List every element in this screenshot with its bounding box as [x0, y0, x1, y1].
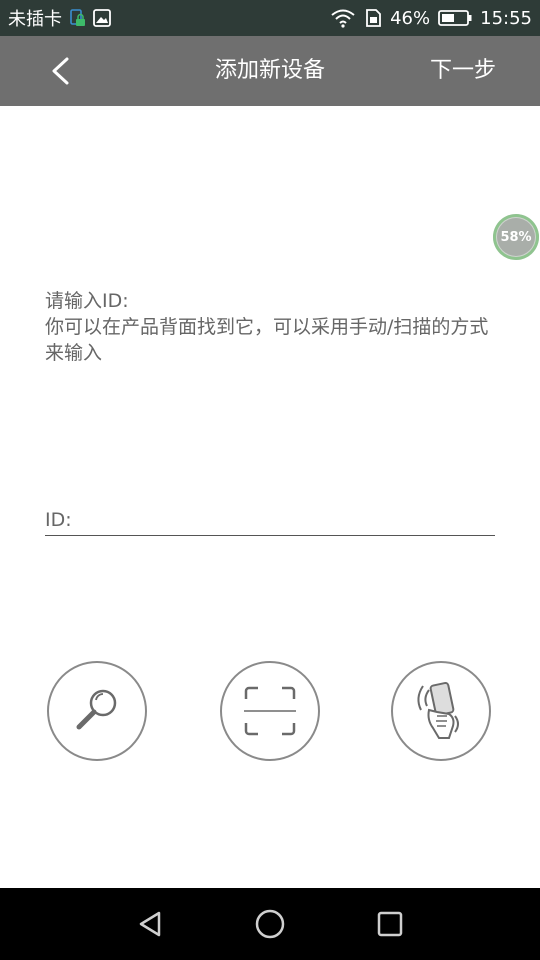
shake-phone-icon	[417, 682, 459, 739]
navigation-bar	[0, 888, 540, 960]
gallery-icon	[92, 8, 112, 28]
chevron-left-icon	[52, 57, 69, 85]
status-bar: 未插卡 46% 15:55	[0, 0, 540, 36]
search-button[interactable]	[47, 661, 147, 761]
scan-button[interactable]	[220, 661, 320, 761]
instruction-line-2: 你可以在产品背面找到它，可以采用手动/扫描的方式来输入	[45, 316, 489, 364]
id-label: ID:	[45, 509, 72, 531]
floating-memory-badge[interactable]: 58%	[493, 214, 539, 260]
status-right: 46% 15:55	[330, 8, 532, 29]
next-step-button[interactable]: 下一步	[430, 54, 496, 88]
back-triangle-icon	[139, 911, 161, 937]
home-circle-icon	[255, 909, 285, 939]
badge-label: 58%	[500, 229, 532, 245]
battery-icon	[438, 9, 472, 27]
nav-recents-button[interactable]	[370, 904, 410, 944]
sim-lock-icon	[68, 8, 86, 28]
id-input[interactable]	[71, 509, 495, 531]
nav-home-button[interactable]	[250, 904, 290, 944]
clock: 15:55	[480, 7, 532, 29]
instruction-text: 请输入ID: 你可以在产品背面找到它，可以采用手动/扫描的方式来输入	[45, 288, 495, 366]
back-button[interactable]	[40, 50, 80, 92]
status-left: 未插卡	[8, 5, 112, 31]
battery-percent: 46%	[390, 7, 431, 29]
nav-back-button[interactable]	[130, 904, 170, 944]
scan-icon	[244, 686, 296, 736]
shake-button[interactable]	[391, 661, 491, 761]
sim-card-icon	[364, 8, 382, 28]
carrier-text: 未插卡	[8, 9, 62, 30]
recents-square-icon	[377, 911, 403, 937]
badge-inner: 58%	[497, 218, 535, 256]
title-bar: 添加新设备 下一步	[0, 36, 540, 106]
wifi-icon	[330, 8, 356, 28]
instruction-line-1: 请输入ID:	[45, 290, 129, 312]
id-field: ID:	[45, 506, 495, 536]
search-icon	[76, 689, 117, 730]
